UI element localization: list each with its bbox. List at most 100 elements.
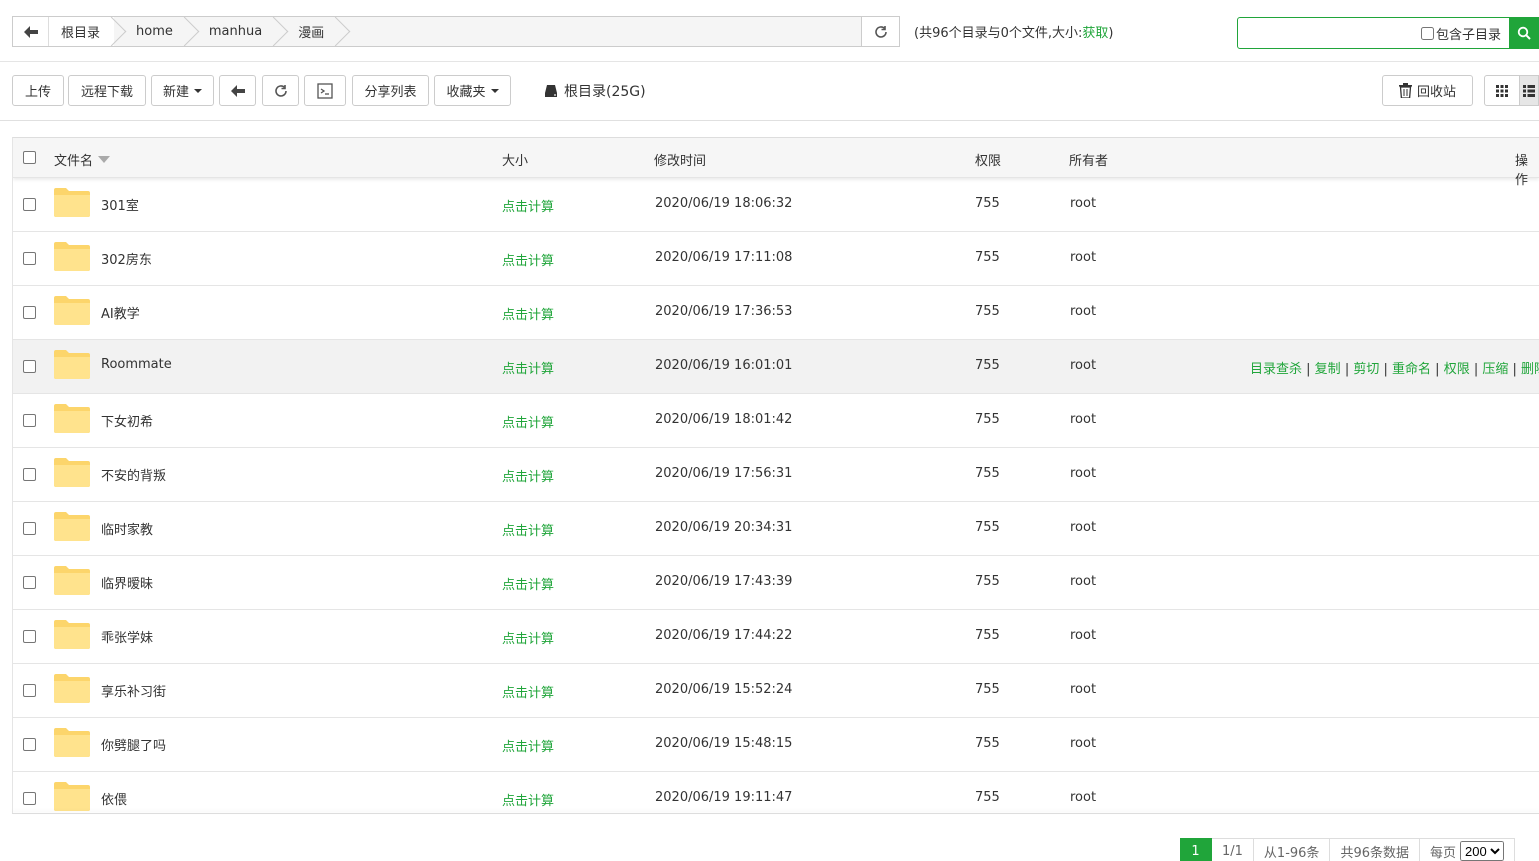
file-name[interactable]: 你劈腿了吗 xyxy=(101,735,166,754)
remote-download-button[interactable]: 远程下载 xyxy=(68,75,146,106)
row-checkbox[interactable] xyxy=(23,738,36,751)
file-name[interactable]: 下女初希 xyxy=(101,411,153,430)
column-header-mtime[interactable]: 修改时间 xyxy=(654,150,706,169)
grid-view-button[interactable] xyxy=(1484,75,1520,106)
row-checkbox[interactable] xyxy=(23,576,36,589)
table-row[interactable]: 依偎 点击计算 2020/06/19 19:11:47 755 root xyxy=(13,772,1539,813)
column-header-owner[interactable]: 所有者 xyxy=(1069,150,1108,169)
table-row[interactable]: 不安的背叛 点击计算 2020/06/19 17:56:31 755 root xyxy=(13,448,1539,502)
file-name[interactable]: 临界暧昧 xyxy=(101,573,153,592)
breadcrumb-filler[interactable] xyxy=(338,17,861,46)
terminal-button[interactable] xyxy=(304,75,346,106)
row-checkbox[interactable] xyxy=(23,792,36,805)
file-name[interactable]: 301室 xyxy=(101,195,139,214)
folder-icon[interactable] xyxy=(54,511,90,541)
folder-icon[interactable] xyxy=(54,187,90,217)
row-checkbox[interactable] xyxy=(23,468,36,481)
row-action-link[interactable]: 剪切 xyxy=(1353,362,1379,377)
table-row[interactable]: 301室 点击计算 2020/06/19 18:06:32 755 root xyxy=(13,178,1539,232)
table-row[interactable]: 乖张学妹 点击计算 2020/06/19 17:44:22 755 root xyxy=(13,610,1539,664)
row-checkbox[interactable] xyxy=(23,684,36,697)
folder-icon[interactable] xyxy=(54,349,90,379)
folder-icon[interactable] xyxy=(54,619,90,649)
table-row[interactable]: 享乐补习街 点击计算 2020/06/19 15:52:24 755 root xyxy=(13,664,1539,718)
calc-size-link[interactable]: 点击计算 xyxy=(502,196,554,215)
file-name[interactable]: 依偎 xyxy=(101,789,127,808)
folder-icon[interactable] xyxy=(54,295,90,325)
folder-icon[interactable] xyxy=(54,565,90,595)
calc-size-link[interactable]: 点击计算 xyxy=(502,412,554,431)
column-header-size[interactable]: 大小 xyxy=(502,150,528,169)
row-checkbox[interactable] xyxy=(23,414,36,427)
new-button[interactable]: 新建 xyxy=(151,75,214,106)
upload-button[interactable]: 上传 xyxy=(12,75,64,106)
table-row[interactable]: Roommate 点击计算 2020/06/19 16:01:01 755 root 目录… xyxy=(13,340,1539,394)
share-list-button[interactable]: 分享列表 xyxy=(352,75,429,106)
dir-summary: (共96个目录与0个文件,大小:获取) xyxy=(914,22,1114,41)
row-checkbox[interactable] xyxy=(23,522,36,535)
table-row[interactable]: 你劈腿了吗 点击计算 2020/06/19 15:48:15 755 root xyxy=(13,718,1539,772)
folder-icon[interactable] xyxy=(54,241,90,271)
folder-icon[interactable] xyxy=(54,781,90,811)
row-checkbox[interactable] xyxy=(23,630,36,643)
column-header-name[interactable]: 文件名 xyxy=(54,150,111,169)
calc-size-link[interactable]: 点击计算 xyxy=(502,304,554,323)
folder-icon[interactable] xyxy=(54,403,90,433)
disk-selector[interactable]: 根目录(25G) xyxy=(544,81,646,101)
file-name[interactable]: 享乐补习街 xyxy=(101,681,166,700)
row-action-link[interactable]: 删除 xyxy=(1521,362,1539,377)
row-checkbox[interactable] xyxy=(23,252,36,265)
calc-size-link[interactable]: 点击计算 xyxy=(502,520,554,539)
path-refresh-button[interactable] xyxy=(861,17,899,46)
file-name[interactable]: 不安的背叛 xyxy=(101,465,166,484)
calc-size-link[interactable]: 点击计算 xyxy=(502,466,554,485)
list-view-button[interactable] xyxy=(1519,75,1539,106)
get-size-link[interactable]: 获取 xyxy=(1082,26,1108,41)
file-name[interactable]: 乖张学妹 xyxy=(101,627,153,646)
column-header-perm[interactable]: 权限 xyxy=(975,150,1001,169)
row-action-link[interactable]: 权限 xyxy=(1444,362,1470,377)
search-input[interactable] xyxy=(1242,19,1417,47)
per-page-select[interactable]: 200 xyxy=(1460,841,1504,861)
select-all-checkbox[interactable] xyxy=(23,151,36,164)
recycle-bin-button[interactable]: 回收站 xyxy=(1382,75,1473,106)
calc-size-link[interactable]: 点击计算 xyxy=(502,628,554,647)
back-button[interactable] xyxy=(219,75,256,106)
include-subdir-checkbox[interactable] xyxy=(1421,26,1434,40)
row-action-link[interactable]: 压缩 xyxy=(1482,362,1508,377)
row-action-link[interactable]: 重命名 xyxy=(1392,362,1431,377)
file-name[interactable]: 302房东 xyxy=(101,249,152,268)
row-checkbox[interactable] xyxy=(23,306,36,319)
folder-icon[interactable] xyxy=(54,457,90,487)
folder-icon[interactable] xyxy=(54,673,90,703)
favorites-button[interactable]: 收藏夹 xyxy=(434,75,511,106)
refresh-button[interactable] xyxy=(262,75,299,106)
breadcrumb-item[interactable]: manhua xyxy=(187,17,276,46)
calc-size-link[interactable]: 点击计算 xyxy=(502,736,554,755)
include-subdir-option[interactable]: 包含子目录 xyxy=(1421,24,1501,43)
page-1-button[interactable]: 1 xyxy=(1180,838,1212,861)
remote-download-label: 远程下载 xyxy=(80,85,133,100)
row-checkbox[interactable] xyxy=(23,198,36,211)
table-row[interactable]: 下女初希 点击计算 2020/06/19 18:01:42 755 root xyxy=(13,394,1539,448)
file-name[interactable]: Roommate xyxy=(101,357,172,372)
folder-icon[interactable] xyxy=(54,727,90,757)
calc-size-link[interactable]: 点击计算 xyxy=(502,790,554,809)
row-action-link[interactable]: 目录查杀 xyxy=(1250,362,1302,377)
permission: 755 xyxy=(975,790,1000,805)
calc-size-link[interactable]: 点击计算 xyxy=(502,682,554,701)
file-name[interactable]: 临时家教 xyxy=(101,519,153,538)
search-button[interactable] xyxy=(1509,17,1539,49)
row-checkbox[interactable] xyxy=(23,360,36,373)
breadcrumb-item[interactable]: 根目录 xyxy=(49,17,115,46)
row-action-link[interactable]: 复制 xyxy=(1315,362,1341,377)
calc-size-link[interactable]: 点击计算 xyxy=(502,574,554,593)
table-row[interactable]: 临界暧昧 点击计算 2020/06/19 17:43:39 755 root xyxy=(13,556,1539,610)
table-row[interactable]: 302房东 点击计算 2020/06/19 17:11:08 755 root xyxy=(13,232,1539,286)
table-row[interactable]: AI教学 点击计算 2020/06/19 17:36:53 755 root xyxy=(13,286,1539,340)
file-name[interactable]: AI教学 xyxy=(101,303,140,322)
calc-size-link[interactable]: 点击计算 xyxy=(502,358,554,377)
calc-size-link[interactable]: 点击计算 xyxy=(502,250,554,269)
table-row[interactable]: 临时家教 点击计算 2020/06/19 20:34:31 755 root xyxy=(13,502,1539,556)
path-back-button[interactable] xyxy=(13,17,49,46)
